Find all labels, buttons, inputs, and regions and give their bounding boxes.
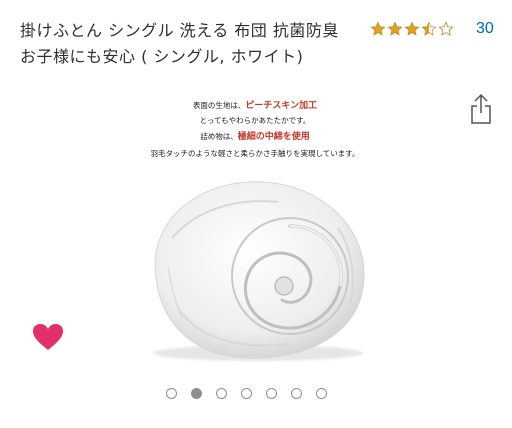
carousel-dot[interactable] [316, 388, 327, 399]
share-icon [471, 93, 491, 124]
caption-line-4: 羽毛タッチのような軽さと柔らかさ手触りを実現しています。 [150, 149, 360, 158]
caption-line-3-text: 詰め物は、 [200, 132, 238, 141]
favorite-button[interactable] [31, 322, 65, 352]
caption-line-1-text: 表面の生地は、 [192, 101, 246, 110]
caption-line-3-highlight: 極細の中綿を使用 [237, 132, 310, 142]
rating-stars[interactable] [370, 21, 454, 37]
carousel-dot[interactable] [216, 388, 227, 399]
rating[interactable]: 30 [370, 20, 494, 38]
star-full-icon [387, 21, 403, 36]
product-title: 掛けふとん シングル 洗える 布団 抗菌防臭 お子様にも安心 ( シングル, ホ… [20, 21, 339, 66]
product-image[interactable]: 表面の生地は、ピーチスキン加工 とってもやわらかあたたかです。 詰め物は、極細の… [130, 92, 380, 372]
star-full-icon [404, 21, 420, 36]
star-empty-icon [438, 21, 454, 36]
caption-line-1: 表面の生地は、ピーチスキン加工 [130, 98, 380, 111]
carousel-dot-active[interactable] [191, 388, 202, 399]
rolled-duvet-illustration [153, 181, 365, 361]
heart-icon [33, 324, 63, 350]
caption-line-2: とってもやわらかあたたかです。 [199, 116, 311, 125]
caption-line-3: 詰め物は、極細の中綿を使用 [130, 129, 380, 142]
star-half-icon [421, 21, 437, 36]
carousel-dot[interactable] [241, 388, 252, 399]
carousel-dot[interactable] [291, 388, 302, 399]
carousel-indicator[interactable] [166, 388, 327, 399]
rating-count-link[interactable]: 30 [476, 20, 494, 38]
star-full-icon [370, 21, 386, 36]
carousel-dot[interactable] [166, 388, 177, 399]
caption-line-1-highlight: ピーチスキン加工 [245, 101, 318, 111]
share-button[interactable] [466, 92, 496, 126]
carousel-dot[interactable] [266, 388, 277, 399]
